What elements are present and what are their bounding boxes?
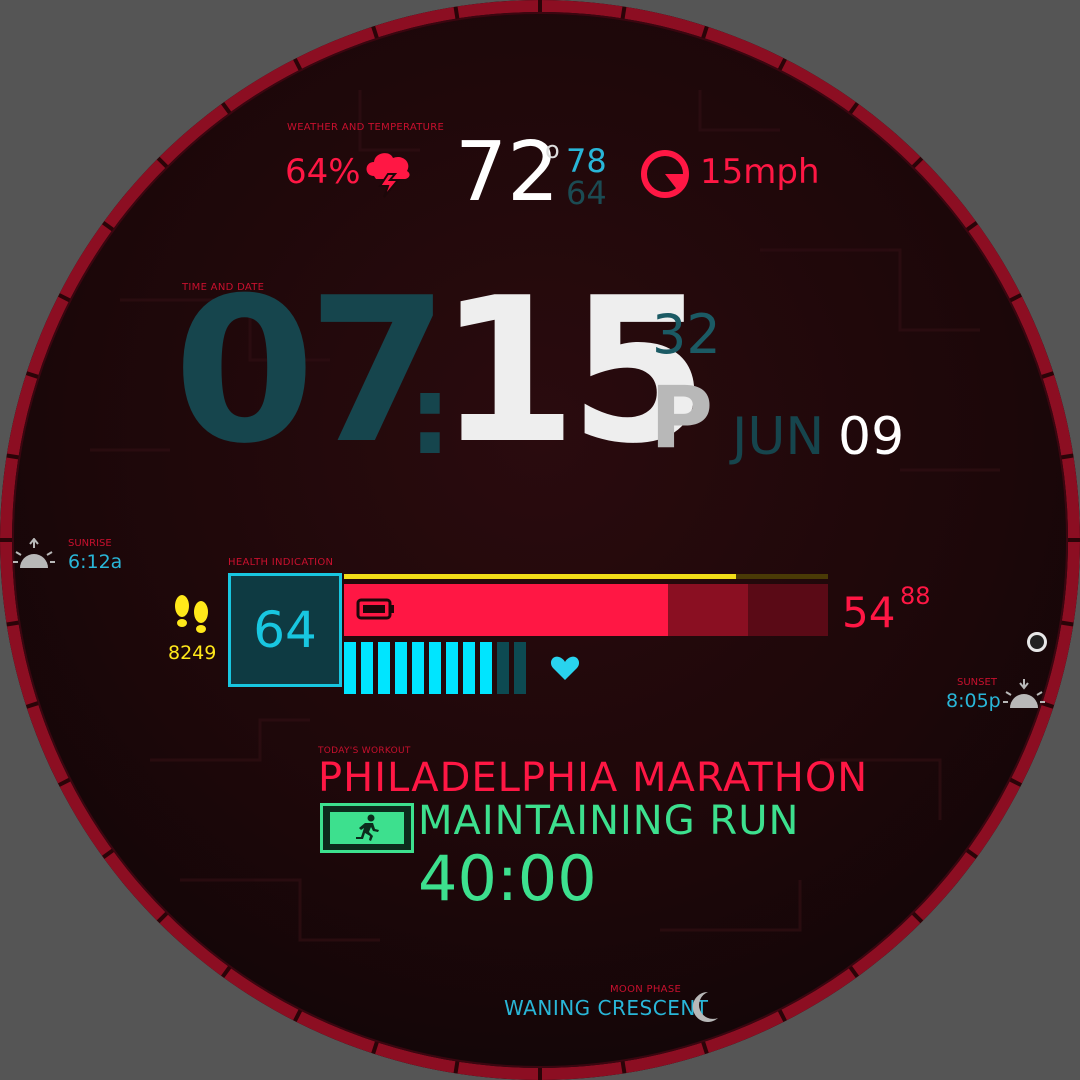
bezel-tick	[620, 1061, 627, 1074]
sunset-time: 8:05p	[946, 690, 1001, 712]
bezel-tick	[453, 6, 460, 19]
heart-zone-segment	[395, 642, 407, 694]
degree-symbol: o	[545, 136, 560, 164]
moon-section-label: MOON PHASE	[610, 984, 682, 995]
bezel-tick	[1061, 453, 1074, 460]
seconds: 32	[652, 303, 721, 366]
humidity-value: 64%	[285, 152, 361, 192]
heart-zone-segment	[429, 642, 441, 694]
wind-gauge-icon	[641, 150, 689, 198]
heart-icon	[550, 656, 580, 680]
workout-icon-fill	[330, 812, 404, 844]
hour: 07	[173, 255, 449, 488]
crescent-moon-icon	[692, 991, 718, 1022]
health-score-box: 64	[228, 573, 342, 687]
heart-zone-segment	[514, 642, 526, 694]
complication-indicator-dot[interactable]	[1027, 632, 1047, 652]
runner-icon	[356, 814, 379, 841]
workout-icon-box	[320, 803, 414, 853]
date-month: JUN	[732, 407, 825, 467]
temperature-value: 72	[455, 125, 560, 220]
storm-cloud-icon	[366, 153, 410, 198]
workout-title: PHILADELPHIA MARATHON	[318, 755, 869, 801]
footsteps-icon	[175, 595, 208, 633]
am-pm-indicator: P	[650, 368, 714, 468]
heart-rate: 54	[842, 588, 896, 637]
sunset-label: SUNSET	[957, 677, 997, 688]
workout-duration: 40:00	[418, 842, 597, 915]
steps-count: 8249	[168, 642, 217, 664]
battery-level-empty	[748, 584, 828, 636]
battery-level-mid	[668, 584, 748, 636]
temperature-low: 64	[566, 174, 607, 212]
sunrise-icon	[13, 538, 55, 568]
battery-icon	[356, 598, 394, 620]
weather-section-label: WEATHER AND TEMPERATURE	[287, 122, 445, 133]
sunrise-time: 6:12a	[68, 551, 123, 573]
step-goal-remaining	[736, 574, 828, 579]
workout-type: MAINTAINING RUN	[418, 798, 800, 844]
heart-rate-max: 88	[900, 582, 931, 610]
heart-zone-segment	[412, 642, 424, 694]
health-section-label: HEALTH INDICATION	[228, 557, 334, 568]
date-day: 09	[838, 407, 905, 467]
sunrise-label: SUNRISE	[68, 538, 112, 549]
bezel-tick	[6, 453, 19, 460]
step-goal-progress-bar	[344, 574, 736, 579]
heart-zone-segment	[361, 642, 373, 694]
wind-speed: 15mph	[700, 152, 820, 192]
heart-zone-segment	[463, 642, 475, 694]
heart-zone-segment	[497, 642, 509, 694]
heart-zone-segment	[446, 642, 458, 694]
sunset-icon	[1003, 679, 1045, 708]
bezel-tick	[620, 6, 627, 19]
health-score: 64	[253, 601, 317, 659]
heart-zone-segment	[378, 642, 390, 694]
bezel-tick	[1061, 620, 1074, 627]
bezel-tick	[453, 1061, 460, 1074]
watch-face: WEATHER AND TEMPERATURE 64% 72 o 78 64 1…	[0, 0, 1080, 1080]
bezel-tick	[6, 620, 19, 627]
heart-zone-segment	[344, 642, 356, 694]
heart-zone-segment	[480, 642, 492, 694]
moon-phase: WANING CRESCENT	[504, 996, 709, 1020]
